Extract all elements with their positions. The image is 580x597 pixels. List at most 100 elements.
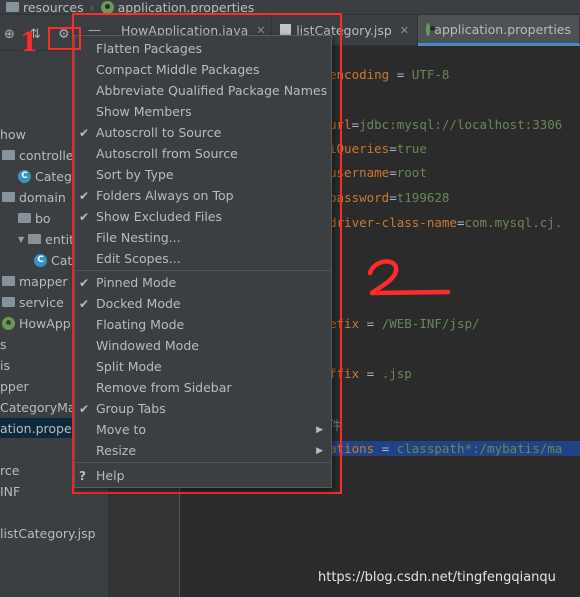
folder-icon [2, 192, 15, 202]
code-line: iQueries=true [329, 141, 427, 156]
folder-icon [2, 276, 15, 286]
submenu-arrow-icon: ▶ [316, 445, 323, 456]
menu-item-label: Sort by Type [96, 167, 174, 182]
menu-item-resize[interactable]: Resize ▶ [75, 440, 331, 461]
tab-application-properties[interactable]: application.properties [418, 15, 580, 46]
tree-item-label: pper [0, 378, 29, 394]
tab-label: application.properties [434, 21, 571, 37]
menu-item-label: Autoscroll from Source [96, 146, 238, 161]
property-separator: = [351, 117, 360, 132]
menu-item-sort-by-type[interactable]: Sort by Type [75, 164, 331, 185]
tree-item-label: listCategory.jsp [0, 525, 96, 541]
menu-item-move-to[interactable]: Move to ▶ [75, 419, 331, 440]
property-separator: = [389, 67, 412, 82]
menu-item-label: Flatten Packages [96, 41, 203, 56]
menu-item-label: Floating Mode [96, 317, 185, 332]
menu-item-group-tabs[interactable]: ✔ Group Tabs [75, 398, 331, 419]
code-line: ations = classpath*:/mybatis/ma [329, 441, 580, 456]
code-line: username=root [329, 165, 427, 180]
menu-item-label: Resize [96, 443, 137, 458]
menu-item-floating-mode[interactable]: Floating Mode [75, 314, 331, 335]
spring-leaf-icon [100, 0, 114, 14]
property-separator: = [389, 190, 397, 205]
annotation-box-1 [48, 27, 81, 50]
target-icon[interactable]: ⊕ [4, 27, 15, 42]
folder-icon [6, 2, 19, 12]
menu-item-label: Windowed Mode [96, 338, 199, 353]
menu-item-label: Pinned Mode [96, 275, 177, 290]
tree-item-label: INF [0, 483, 21, 499]
property-value: UTF-8 [411, 67, 450, 82]
menu-item-docked-mode[interactable]: ✔ Docked Mode [75, 293, 331, 314]
menu-item-label: Remove from Sidebar [96, 380, 232, 395]
property-key: driver-class-name [329, 215, 457, 230]
menu-item-show-members[interactable]: Show Members [75, 101, 331, 122]
property-value: jdbc:mysql://localhost:3306 [359, 117, 563, 132]
code-line: encoding = UTF-8 [329, 67, 449, 82]
code-line: password=t199628 [329, 190, 449, 205]
watermark: https://blog.csdn.net/tingfengqianqu [318, 570, 556, 585]
property-value: com.mysql.cj. [464, 215, 563, 230]
tree-item-label: rce [0, 462, 20, 478]
class-icon: C [18, 169, 31, 183]
tree-item[interactable]: listCategory.jsp [0, 523, 108, 543]
tree-item-label: CategoryMa [0, 399, 76, 415]
property-separator: = [359, 366, 382, 381]
property-value: t199628 [396, 190, 450, 205]
menu-item-label: Autoscroll to Source [96, 125, 222, 140]
menu-item-folders-always-on-top[interactable]: ✔ Folders Always on Top [75, 185, 331, 206]
menu-item-label: Show Excluded Files [96, 209, 223, 224]
menu-item-windowed-mode[interactable]: Windowed Mode [75, 335, 331, 356]
expand-arrow-icon[interactable]: ▼ [18, 235, 24, 244]
menu-item-compact-middle-packages[interactable]: Compact Middle Packages [75, 59, 331, 80]
tree-item-label: domain [19, 189, 66, 205]
menu-item-label: Folders Always on Top [96, 188, 234, 203]
property-separator: = [374, 441, 397, 456]
menu-item-label: Docked Mode [96, 296, 181, 311]
tree-item-label: Cat [51, 252, 73, 268]
tree-item-label: service [19, 294, 64, 310]
menu-item-autoscroll-from-source[interactable]: Autoscroll from Source [75, 143, 331, 164]
menu-item-label: Abbreviate Qualified Package Names [96, 83, 328, 98]
menu-item-abbreviate-qualified-package-names[interactable]: Abbreviate Qualified Package Names [75, 80, 331, 101]
folder-icon [2, 297, 15, 307]
menu-item-help[interactable]: ? Help [75, 465, 331, 486]
checkmark-icon: ✔ [79, 188, 90, 203]
menu-item-label: Show Members [96, 104, 192, 119]
property-separator: = [389, 165, 397, 180]
menu-item-pinned-mode[interactable]: ✔ Pinned Mode [75, 272, 331, 293]
tree-item-label: how [0, 126, 26, 142]
menu-item-file-nesting[interactable]: File Nesting... [75, 227, 331, 248]
menu-item-edit-scopes[interactable]: Edit Scopes... [75, 248, 331, 269]
property-value: classpath*:/mybatis/ma [396, 441, 563, 456]
menu-item-show-excluded-files[interactable]: ✔ Show Excluded Files [75, 206, 331, 227]
tree-item-label: HowAppl [19, 315, 75, 331]
menu-item-label: Split Mode [96, 359, 162, 374]
code-line: url=jdbc:mysql://localhost:3306 [329, 117, 562, 132]
menu-separator [75, 462, 331, 463]
menu-item-flatten-packages[interactable]: Flatten Packages [75, 38, 331, 59]
menu-item-remove-from-sidebar[interactable]: Remove from Sidebar [75, 377, 331, 398]
class-icon: C [34, 253, 47, 267]
code-line: driver-class-name=com.mysql.cj. [329, 215, 562, 230]
checkmark-icon: ✔ [79, 209, 90, 224]
help-icon: ? [79, 468, 86, 483]
menu-item-label: Help [96, 468, 125, 483]
annotation-label-2 [367, 259, 451, 296]
code-line: efix = /WEB-INF/jsp/ [329, 316, 480, 331]
property-value: .jsp [381, 366, 412, 381]
property-separator: = [389, 141, 397, 156]
menu-item-split-mode[interactable]: Split Mode [75, 356, 331, 377]
tree-item-label: ation.proper [0, 420, 77, 436]
menu-item-label: Move to [96, 422, 147, 437]
submenu-arrow-icon: ▶ [316, 424, 323, 435]
checkmark-icon: ✔ [79, 296, 90, 311]
menu-separator [75, 270, 331, 271]
spring-leaf-icon [426, 22, 436, 36]
menu-item-autoscroll-to-source[interactable]: ✔ Autoscroll to Source [75, 122, 331, 143]
tree-item-label: s [0, 336, 7, 352]
checkmark-icon: ✔ [79, 401, 90, 416]
folder-icon [18, 213, 31, 223]
folder-icon [28, 234, 42, 244]
close-icon[interactable]: ✕ [400, 24, 409, 37]
